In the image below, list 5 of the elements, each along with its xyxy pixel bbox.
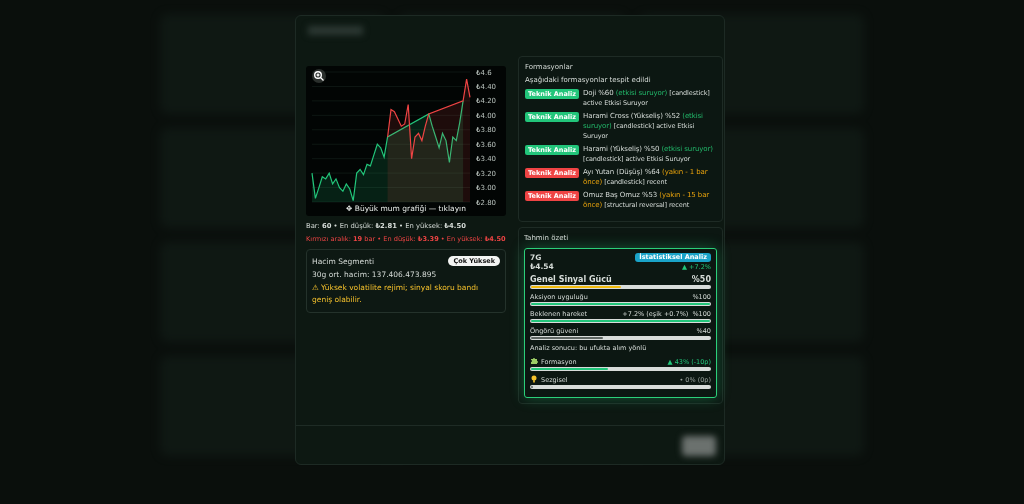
signal-value: %50 [691,275,711,284]
zoom-in-icon[interactable] [312,69,326,83]
puzzle-icon [530,357,538,365]
signal-label: Genel Sinyal Gücü [530,275,612,284]
lightbulb-icon [530,375,538,383]
